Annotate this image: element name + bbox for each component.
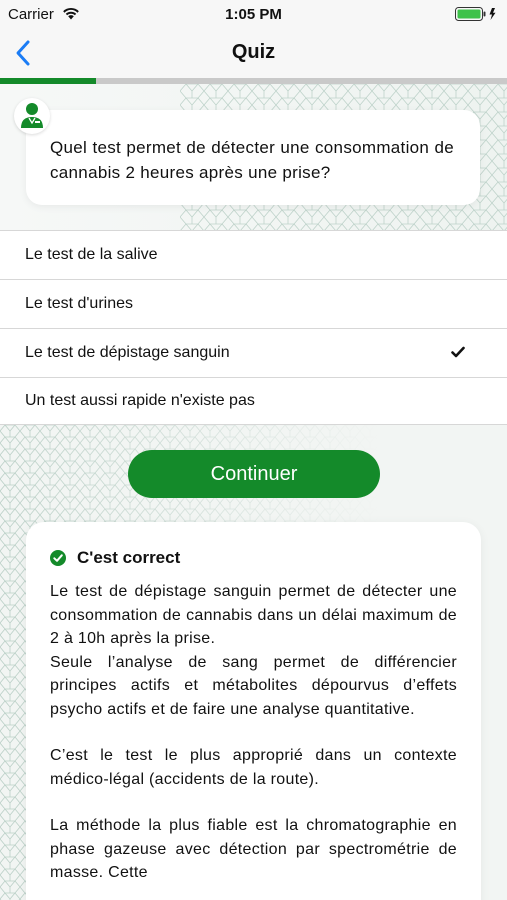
clock: 1:05 PM bbox=[225, 6, 282, 23]
feedback-title: C'est correct bbox=[77, 548, 181, 567]
page-title: Quiz bbox=[231, 41, 276, 63]
doctor-avatar-icon bbox=[14, 98, 50, 134]
answer-label: Le test de la salive bbox=[25, 246, 158, 263]
answer-label: Le test d'urines bbox=[25, 295, 134, 312]
feedback-paragraph-2: C’est le test le plus approprié dans un … bbox=[50, 747, 457, 788]
feedback-header: C'est correct bbox=[50, 548, 457, 568]
feedback-card: C'est correct Le test de dépistage sangu… bbox=[26, 522, 481, 900]
navigation-bar: Quiz bbox=[0, 28, 507, 78]
answer-list: Le test de la salive Le test d'urines Le… bbox=[0, 230, 507, 425]
battery-icon bbox=[455, 7, 496, 21]
feedback-paragraph-1: Le test de dépistage sanguin permet de d… bbox=[50, 583, 457, 718]
status-bar: Carrier 1:05 PM bbox=[0, 0, 507, 28]
check-circle-icon bbox=[50, 550, 66, 566]
answer-label: Un test aussi rapide n'existe pas bbox=[25, 392, 255, 409]
feedback-paragraph-3: La méthode la plus fiable est la chromat… bbox=[50, 817, 457, 881]
continue-button[interactable]: Continuer bbox=[128, 450, 380, 498]
answer-option-1[interactable]: Le test de la salive bbox=[0, 230, 507, 279]
question-text: Quel test permet de détecter une consomm… bbox=[50, 138, 454, 182]
answer-label: Le test de dépistage sanguin bbox=[25, 344, 230, 361]
feedback-body: Le test de dépistage sanguin permet de d… bbox=[50, 580, 457, 885]
checkmark-icon bbox=[451, 346, 465, 358]
answer-option-3[interactable]: Le test de dépistage sanguin bbox=[0, 328, 507, 377]
question-bubble: Quel test permet de détecter une consomm… bbox=[26, 110, 480, 205]
answer-option-4[interactable]: Un test aussi rapide n'existe pas bbox=[0, 377, 507, 425]
answer-option-2[interactable]: Le test d'urines bbox=[0, 279, 507, 328]
